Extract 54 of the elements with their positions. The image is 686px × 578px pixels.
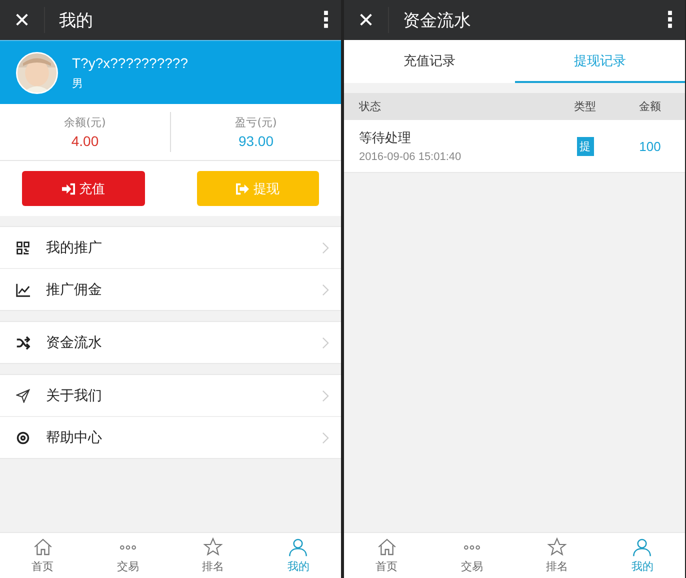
close-button[interactable]: ✕: [0, 8, 44, 32]
record-amount: 100: [639, 138, 661, 154]
home-icon: [32, 537, 53, 557]
record-time: 2016-09-06 15:01:40: [359, 151, 462, 163]
page-title: 我的: [59, 10, 94, 32]
user-icon: [288, 537, 308, 557]
more-button[interactable]: ⋮: [311, 8, 341, 32]
deposit-button[interactable]: 充值: [22, 171, 144, 206]
star-icon: [547, 537, 568, 557]
column-header: 状态: [358, 99, 382, 114]
menu-item[interactable]: 推广佣金: [0, 268, 341, 310]
help-icon: [16, 430, 30, 444]
chevron-icon: [322, 336, 329, 348]
qr-code-icon: [16, 240, 30, 254]
tab-bar-item[interactable]: 交易: [85, 533, 170, 578]
more-icon: [462, 544, 481, 550]
tab-bar-item[interactable]: 排名: [170, 533, 256, 578]
chevron-icon: [322, 432, 329, 444]
paper-plane-icon: [16, 388, 30, 402]
user-icon: [632, 537, 652, 557]
tab-bar-item[interactable]: 交易: [429, 533, 514, 578]
tab-bar-item[interactable]: 排名: [514, 533, 600, 578]
tab-bar-item[interactable]: 我的: [600, 533, 685, 578]
chevron-icon: [322, 242, 329, 254]
sign-out-icon: [236, 182, 250, 194]
stat-value: 4.00: [71, 133, 99, 149]
user-gender: 男: [72, 76, 84, 90]
record-status: 等待处理: [359, 130, 412, 147]
shuffle-icon: [16, 336, 30, 350]
tab-bar-item[interactable]: 首页: [344, 533, 430, 578]
star-icon: [203, 537, 224, 557]
tab-bar-item[interactable]: 我的: [256, 533, 341, 578]
tab-bar-item[interactable]: 首页: [0, 533, 86, 578]
menu-item[interactable]: 资金流水: [0, 322, 341, 363]
column-header: 类型: [573, 99, 597, 114]
menu-item[interactable]: 帮助中心: [0, 416, 341, 458]
menu-item[interactable]: 我的推广: [0, 227, 341, 268]
user-name: T?y?x??????????: [72, 54, 188, 70]
stat-label: 余额(元): [64, 115, 106, 130]
chevron-icon: [322, 284, 329, 296]
chevron-icon: [322, 390, 329, 402]
tab[interactable]: 充值记录: [344, 40, 514, 83]
type-tag: 提: [576, 136, 594, 156]
menu-item[interactable]: 关于我们: [0, 375, 341, 416]
home-icon: [376, 537, 397, 557]
stat-label: 盈亏(元): [235, 115, 277, 130]
stat-value: 93.00: [238, 133, 274, 149]
column-header: 金额: [638, 99, 662, 114]
sign-in-icon: [62, 182, 75, 194]
line-chart-icon: [16, 282, 30, 296]
more-button[interactable]: ⋮: [655, 8, 685, 32]
page-title: 资金流水: [403, 10, 472, 32]
close-button[interactable]: ✕: [344, 8, 388, 32]
more-icon: [118, 544, 137, 550]
